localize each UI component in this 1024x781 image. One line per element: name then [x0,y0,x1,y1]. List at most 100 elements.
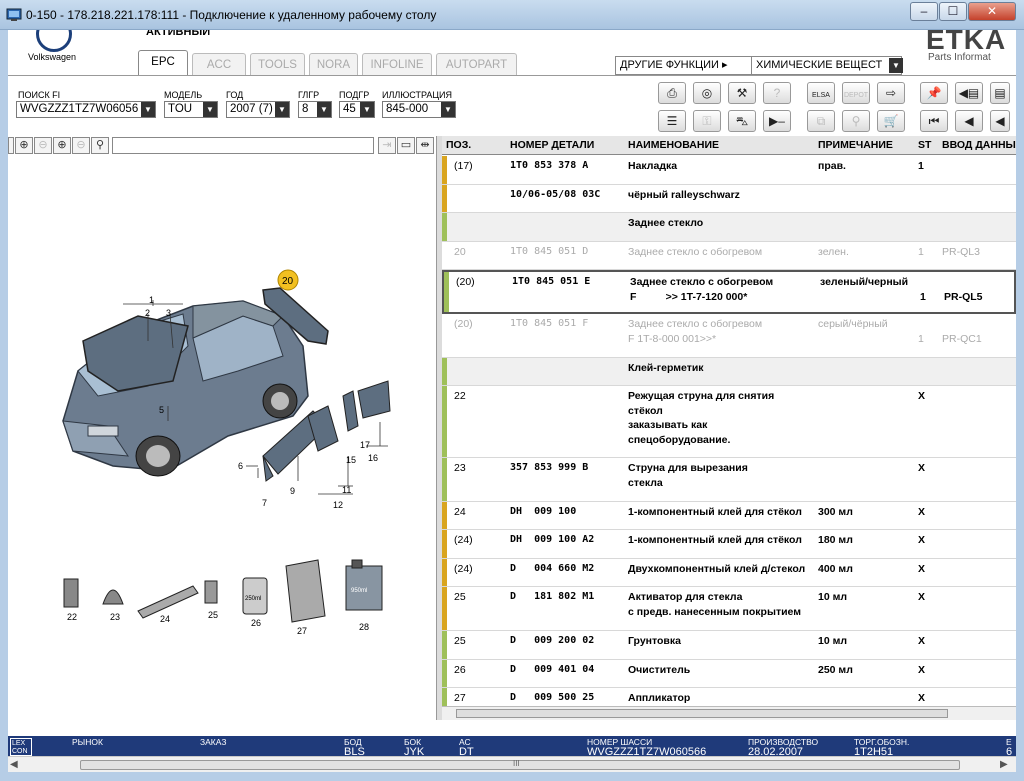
scroll-start-handle[interactable] [8,137,14,154]
table-row[interactable]: 10/06-05/08 03C чёрный ralleyschwarz [442,185,1016,213]
tab-infoline[interactable]: INFOLINE [362,53,432,75]
col-note[interactable]: ПРИМЕЧАНИЕ [818,139,893,151]
row-st: X [918,664,926,676]
car-tools-button[interactable]: ⚒ [728,82,756,104]
list-back-button[interactable]: ◀▤ [955,82,983,104]
group-select[interactable]: 8 ▼ [298,101,332,118]
row-indicator [442,631,447,659]
next-dash-button[interactable]: ▶– [763,110,791,132]
filter-button[interactable]: ⚲ [842,110,870,132]
chevron-down-icon[interactable]: ▼ [317,102,331,117]
col-name[interactable]: НАИМЕНОВАНИЕ [628,139,719,151]
print-button[interactable]: ⎙ [658,82,686,104]
elsa-button[interactable]: ELSA [807,82,835,104]
search-icon[interactable]: ⚲ [91,137,109,154]
list-view-button[interactable]: ☰ [658,110,686,132]
illustration-value: 845-000 [386,103,429,115]
window-scroll-thumb[interactable]: III [80,759,960,770]
window-horizontal-scrollbar[interactable]: ◀ III ▶ [8,756,1016,772]
help-button[interactable]: ? [763,82,791,104]
table-row[interactable]: (24) D 004 660 M2 Двухкомпонентный клей д/… [442,559,1016,587]
table-row[interactable]: 22 Режущая струна для снятия стёкол заказ… [442,386,1016,458]
edge-value: 6 [1006,746,1013,756]
tab-tools[interactable]: TOOLS [250,53,305,75]
image-nav-disabled-icon[interactable]: ⇥ [378,137,396,154]
chevron-down-icon[interactable]: ▼ [275,102,289,117]
row-pos: 24 [454,506,466,518]
tab-acc[interactable]: ACC [192,53,246,75]
other-functions-bar[interactable]: ДРУГИЕ ФУНКЦИИ ▸ ХИМИЧЕСКИЕ ВЕЩЕСТ ▼ [615,56,903,75]
row-number: DH 009 100 [510,506,577,517]
close-button[interactable]: ✕ [968,2,1016,21]
list-doc-button[interactable]: ▤ [990,82,1010,104]
table-row[interactable]: 20 1T0 845 051 D Заднее стекло с обогревом… [442,242,1016,270]
split-view-icon[interactable]: ⇹ [416,137,434,154]
table-row[interactable]: 24 DH 009 100 1-компонентный клей для стёк… [442,502,1016,530]
row-indicator [442,530,447,558]
chevron-down-icon[interactable]: ▼ [889,58,903,73]
vehicle-button[interactable]: ⛍ [728,110,756,132]
cart-button[interactable]: 🛒 [877,110,905,132]
window-layout-icon[interactable]: ▭ [397,137,415,154]
table-row[interactable]: (24) DH 009 100 A2 1-компонентный клей для… [442,530,1016,559]
table-row[interactable]: 25 D 009 200 02 Грунтовка 10 мл X [442,631,1016,660]
image-search-input[interactable] [112,137,374,154]
key-button[interactable]: ⚿ [693,110,721,132]
scroll-right-icon[interactable]: ▶ [1000,759,1008,770]
cd-button[interactable]: ◎ [693,82,721,104]
col-number[interactable]: НОМЕР ДЕТАЛИ [510,139,594,151]
other-functions-button[interactable]: ДРУГИЕ ФУНКЦИИ ▸ [616,57,752,74]
table-row[interactable]: 26 D 009 401 04 Очиститель 250 мл X [442,660,1016,688]
tab-nora[interactable]: NORA [309,53,358,75]
chevron-down-icon[interactable]: ▼ [441,102,455,117]
table-row[interactable]: Заднее стекло [442,213,1016,242]
first-page-button[interactable]: ⏮ [920,110,948,132]
row-name: Клей-герметик [628,362,704,374]
cart-arrow-button[interactable]: ⇨ [877,82,905,104]
year-select[interactable]: 2007 (7) ▼ [226,101,290,118]
search-input[interactable]: WVGZZZ1TZ7W06056 ▼ [16,101,156,118]
chassis-value: WVGZZZ1TZ7W060566 [587,746,707,756]
scroll-left-icon[interactable]: ◀ [10,759,18,770]
chevron-down-icon[interactable]: ▼ [360,102,374,117]
illustration-select[interactable]: 845-000 ▼ [382,101,456,118]
parts-illustration[interactable]: 20 1 2 3 5 6 7 9 11 12 15 16 17 22 23 24… [8,156,436,716]
next-page-button[interactable]: ◀ [990,110,1010,132]
callout-1: 1 [149,295,154,305]
table-row[interactable]: (20) 1T0 845 051 E Заднее стекло с обогрев… [442,270,1016,314]
chevron-down-icon[interactable]: ▼ [203,102,217,117]
zoom-fit-icon[interactable]: ⊕ [53,137,71,154]
model-select[interactable]: TOU ▼ [164,101,218,118]
table-horizontal-scrollbar[interactable] [442,706,1016,720]
tab-epc[interactable]: EPC [138,50,188,76]
col-st[interactable]: ST [918,139,931,151]
depot-button[interactable]: DEPOT [842,82,870,104]
col-input[interactable]: ВВОД ДАННЫ [942,139,1016,151]
table-row[interactable]: 25 D 181 802 M1 Активатор для стекла с пре… [442,587,1016,631]
lexcom-logo-top: LEX [12,740,26,747]
minimize-button[interactable]: – [910,2,938,21]
table-scroll-thumb[interactable] [456,709,948,718]
filter-toolbar: ПОИСК FI WVGZZZ1TZ7W06056 ▼ МОДЕЛЬ TOU ▼ Г… [8,78,1016,136]
zoom-in-icon[interactable]: ⊕ [15,137,33,154]
compare-button[interactable]: ⧉ [807,110,835,132]
row-name: 1-компонентный клей для стёкол [628,506,802,518]
prev-page-button[interactable]: ◀ [955,110,983,132]
tab-autopart[interactable]: AUTOPART [436,53,517,75]
pin-button[interactable]: 📌 [920,82,948,104]
table-row[interactable]: (17) 1T0 853 378 A Накладка прав. 1 [442,156,1016,185]
table-row[interactable]: (20) 1T0 845 051 F Заднее стекло с обогрев… [442,314,1016,358]
table-row[interactable]: Клей-герметик [442,358,1016,386]
table-row[interactable]: 23 357 853 999 B Струна для вырезания стек… [442,458,1016,502]
zoom-reset-icon[interactable]: ⊖ [72,137,90,154]
row-pos: 25 [454,635,466,647]
group-label: ГЛГР [298,90,320,100]
functions-select[interactable]: ХИМИЧЕСКИЕ ВЕЩЕСТ [753,57,889,74]
maximize-button[interactable]: ☐ [939,2,967,21]
row-st: X [918,563,926,575]
zoom-out-icon[interactable]: ⊖ [34,137,52,154]
chevron-down-icon[interactable]: ▼ [141,102,155,117]
col-pos[interactable]: ПОЗ. [446,139,471,151]
subgroup-select[interactable]: 45 ▼ [339,101,375,118]
row-indicator [442,660,447,687]
